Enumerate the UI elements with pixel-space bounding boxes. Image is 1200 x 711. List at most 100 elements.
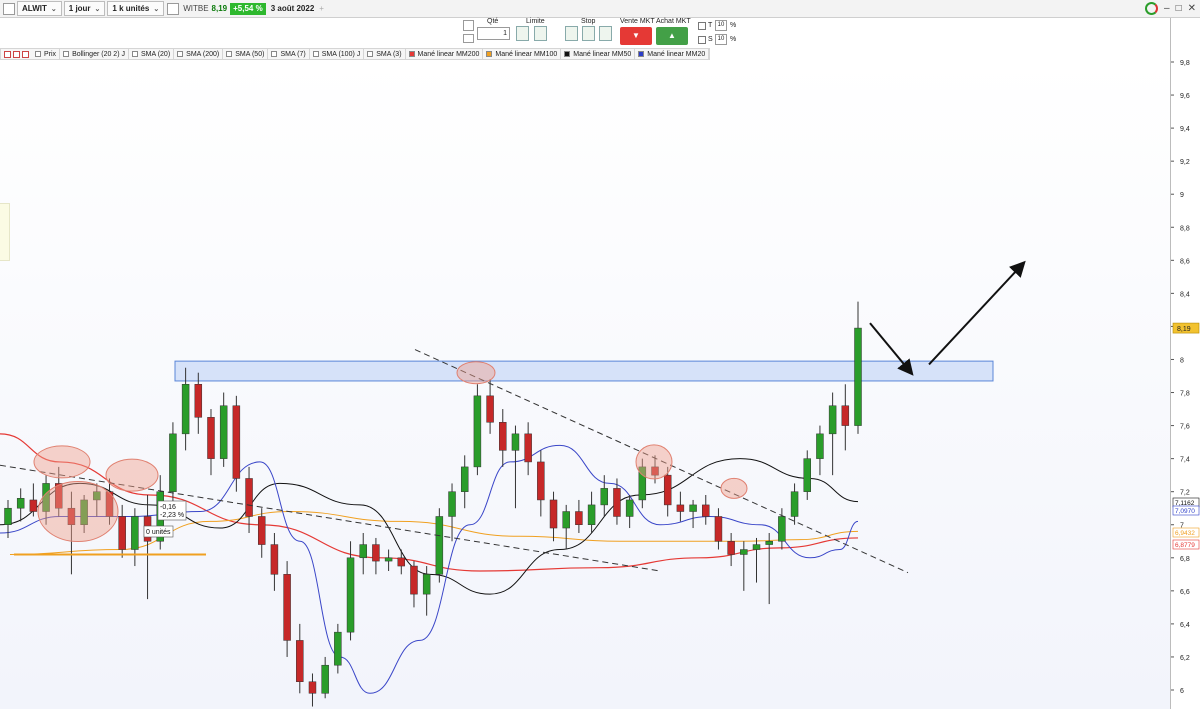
indicator-label: SMA (3) — [376, 50, 402, 58]
indicator-color-swatch — [226, 51, 233, 57]
y-tick-label: 6,2 — [1180, 655, 1190, 662]
candle-down — [270, 544, 279, 575]
indicator-toggle[interactable]: Mané linear MM200 — [406, 48, 484, 60]
indicator-label: Mané linear MM200 — [417, 50, 480, 58]
candle-up — [460, 466, 469, 492]
target-arrow — [928, 260, 1026, 366]
list-selector[interactable]: ALWIT ⌄ — [17, 1, 62, 16]
stop-label: Stop — [581, 18, 596, 25]
limit-buy-button[interactable] — [516, 26, 529, 41]
list-selector-label: ALWIT — [22, 4, 47, 13]
candle-up — [689, 504, 697, 512]
close-button[interactable]: ✕ — [1188, 3, 1196, 14]
qty-input[interactable]: 1 — [477, 27, 510, 40]
price-chart[interactable]: -0,16-2,23 % 0 unités — [0, 60, 1170, 709]
candle-down — [245, 478, 253, 517]
chevron-down-icon: ⌄ — [153, 5, 160, 13]
indicator-label: SMA (20) — [140, 50, 171, 58]
wrench-icon[interactable] — [463, 20, 474, 31]
sell-market-button[interactable]: ▼ — [620, 27, 652, 45]
indicator-color-swatch — [408, 51, 415, 57]
candle-down — [575, 511, 583, 525]
y-tick-label: 9 — [1180, 192, 1184, 199]
candle-up — [778, 516, 786, 542]
indicator-toggle[interactable]: SMA (7) — [268, 48, 310, 60]
y-tick-label: 6,4 — [1180, 622, 1190, 629]
price-axis[interactable]: 9,89,69,49,298,88,68,48,287,87,67,47,276… — [1170, 18, 1200, 709]
candle-up — [219, 405, 228, 459]
indicator-toggle[interactable]: Mané linear MM20 — [635, 48, 710, 60]
limit-sell-button[interactable] — [534, 26, 547, 41]
position-label: 0 unités — [143, 525, 174, 538]
list-icon[interactable] — [3, 2, 15, 15]
candle-up — [803, 458, 811, 492]
candle-up — [828, 405, 837, 435]
position-units: 0 unités — [146, 529, 171, 536]
buy-market-button[interactable]: ▲ — [656, 27, 688, 45]
y-tick-label: 9,2 — [1180, 159, 1190, 166]
y-tick-label: 6,8 — [1180, 556, 1190, 563]
indicator-color-swatch — [638, 51, 645, 57]
stop-sell-button[interactable] — [582, 26, 595, 41]
candle-up — [562, 511, 570, 529]
y-tick-label: 8,8 — [1180, 225, 1190, 232]
y-tick-label: 6,6 — [1180, 589, 1190, 596]
indicator-toggle[interactable]: SMA (50) — [223, 48, 269, 60]
highlight-ellipse — [105, 458, 159, 492]
indicator-toggle[interactable]: SMA (3) — [364, 48, 406, 60]
t-checkbox[interactable] — [698, 22, 706, 30]
candle-down — [397, 557, 406, 567]
indicator-toggle[interactable]: SMA (20) — [129, 48, 175, 60]
candle-up — [473, 395, 482, 468]
ticker-name[interactable]: WITBE — [183, 4, 208, 13]
t-input[interactable]: 10 — [715, 20, 727, 31]
candle-up — [625, 499, 634, 517]
pnl-pct: -2,23 % — [160, 512, 184, 519]
sync-icon[interactable] — [1145, 2, 1158, 15]
candle-down — [194, 384, 203, 418]
indicator-toggle[interactable]: Mané linear MM100 — [483, 48, 562, 60]
s-input[interactable]: 10 — [715, 34, 727, 45]
candle-up — [448, 491, 456, 517]
candle-down — [308, 681, 317, 694]
candle-up — [600, 488, 609, 506]
indicator-toggle[interactable]: Bollinger (20 2) J — [60, 48, 129, 60]
candle-down — [372, 544, 380, 562]
candle-up — [384, 557, 393, 562]
candle-down — [549, 499, 558, 529]
add-button[interactable]: + — [319, 4, 324, 13]
chart-type-icon[interactable] — [167, 2, 180, 15]
candle-down — [257, 516, 266, 545]
indicator-label: Prix — [44, 50, 57, 58]
stop-buy-button[interactable] — [565, 26, 578, 41]
s-checkbox[interactable] — [698, 36, 706, 44]
candle-up — [4, 507, 12, 525]
t-pct: % — [730, 22, 737, 29]
buy-mkt-label: Achat MKT — [656, 18, 691, 25]
candle-down — [537, 461, 545, 501]
y-tick-label: 9,6 — [1180, 93, 1190, 100]
units-selector[interactable]: 1 k unités ⌄ — [107, 1, 165, 16]
indicator-toggle[interactable]: SMA (200) — [174, 48, 224, 60]
candle-up — [346, 557, 355, 633]
ma-value-label: 6,9432 — [1175, 530, 1195, 537]
minimize-button[interactable]: – — [1164, 3, 1170, 14]
indicator-label: SMA (100) J — [321, 50, 361, 58]
indicator-label: Mané linear MM100 — [495, 50, 558, 58]
candle-down — [524, 433, 532, 463]
restore-button[interactable]: □ — [1176, 3, 1182, 14]
indicator-toggle[interactable]: Mané linear MM50 — [561, 48, 636, 60]
remove-indicator-icon[interactable] — [13, 50, 20, 58]
candle-up — [790, 491, 799, 517]
indicator-label: Mané linear MM50 — [573, 50, 632, 58]
s-pct: % — [730, 36, 737, 43]
indicator-toggle[interactable]: SMA (100) J — [310, 48, 365, 60]
indicator-toggle[interactable]: Prix — [32, 48, 61, 60]
add-indicator-icon[interactable] — [4, 50, 11, 58]
y-tick-label: 8 — [1180, 357, 1184, 364]
print-icon[interactable] — [463, 34, 474, 43]
chevron-down-icon: ⌄ — [94, 5, 101, 13]
period-selector[interactable]: 1 jour ⌄ — [63, 1, 106, 16]
stop-limit-button[interactable] — [599, 26, 612, 41]
settings-indicator-icon[interactable] — [22, 50, 29, 58]
